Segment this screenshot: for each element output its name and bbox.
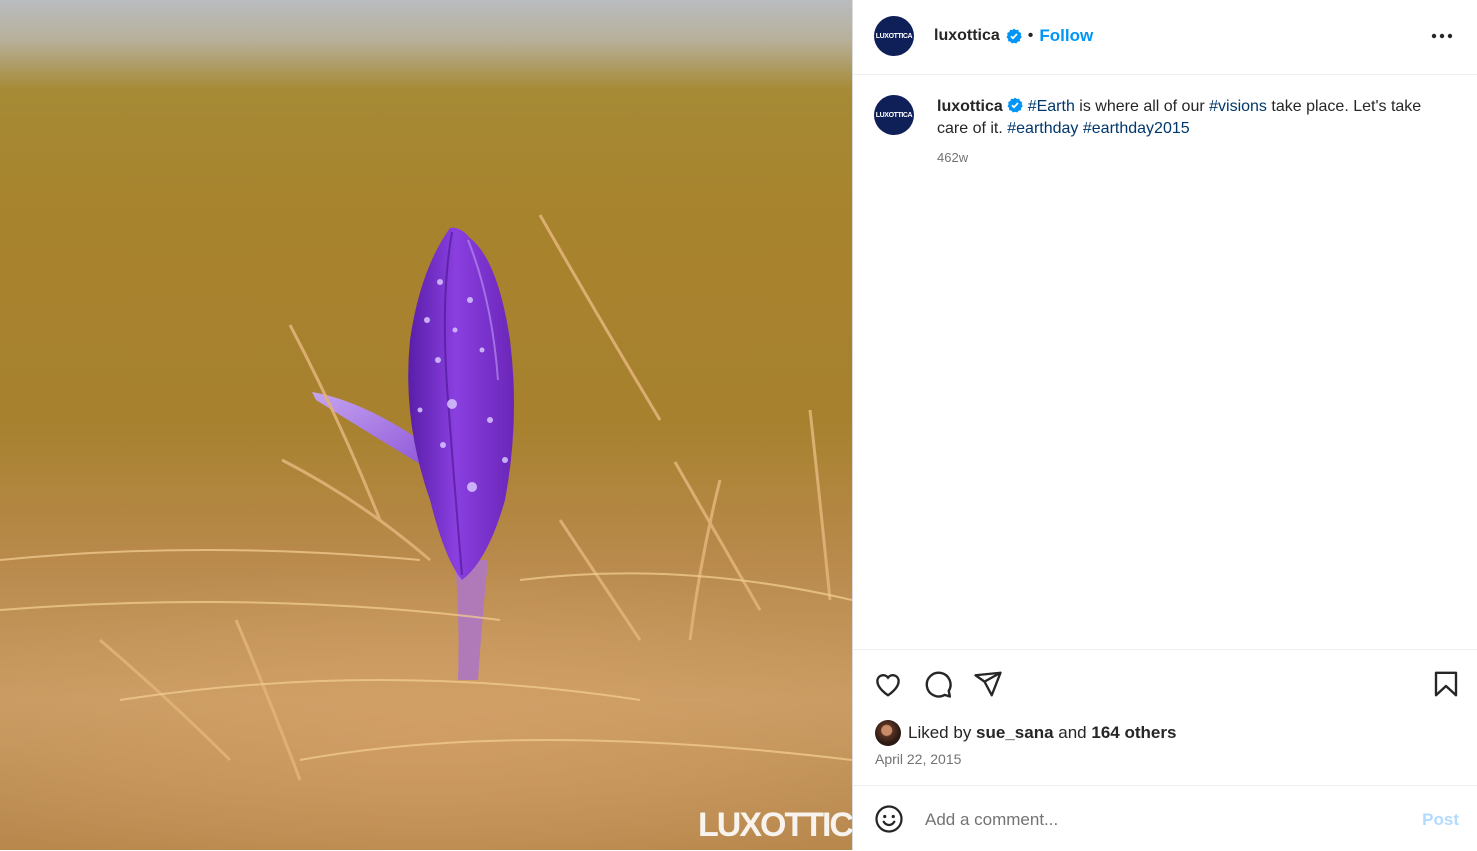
heart-icon[interactable]	[873, 669, 903, 699]
bookmark-icon[interactable]	[1431, 669, 1461, 699]
verified-badge-icon	[1007, 97, 1024, 113]
author-username[interactable]: luxottica	[934, 27, 1000, 45]
likes-mid: and	[1053, 723, 1092, 742]
post-caption: luxottica #Earth is where all of our #vi…	[937, 96, 1437, 140]
likes-prefix: Liked by	[908, 723, 977, 742]
liker-avatar[interactable]	[875, 720, 901, 746]
comment-icon[interactable]	[923, 669, 953, 699]
post-image[interactable]: LUXOTTICA	[0, 0, 852, 850]
post-comment-button[interactable]: Post	[1422, 810, 1459, 830]
hashtag-visions[interactable]: #visions	[1209, 98, 1267, 115]
likes-others-link[interactable]: 164 others	[1091, 723, 1176, 742]
luxottica-watermark: LUXOTTICA	[698, 806, 852, 844]
caption-time-ago[interactable]: 462w	[937, 150, 968, 165]
avatar-logo-text: LUXOTTICA	[875, 32, 913, 40]
post-header: LUXOTTICA luxottica • Follow	[853, 0, 1477, 75]
verified-badge-icon	[1006, 28, 1022, 44]
caption-username[interactable]: luxottica	[937, 98, 1003, 115]
liker-username[interactable]: sue_sana	[976, 723, 1054, 742]
action-bar	[853, 649, 1477, 720]
hashtag-earthday[interactable]: #earthday	[1007, 120, 1078, 137]
comment-input[interactable]	[923, 806, 1407, 834]
comment-bar: Post	[853, 785, 1477, 851]
hashtag-earth[interactable]: #Earth	[1028, 98, 1075, 115]
likes-summary: Liked by sue_sana and 164 others	[908, 723, 1176, 743]
author-avatar[interactable]: LUXOTTICA	[874, 16, 914, 56]
separator-dot: •	[1027, 27, 1034, 44]
follow-button[interactable]: Follow	[1039, 26, 1093, 46]
caption-text: is where all of our	[1074, 98, 1210, 115]
emoji-icon[interactable]	[874, 804, 904, 834]
caption-author-avatar[interactable]: LUXOTTICA	[874, 95, 914, 135]
avatar-logo-text: LUXOTTICA	[875, 111, 913, 119]
share-icon[interactable]	[973, 669, 1003, 699]
post-date[interactable]: April 22, 2015	[875, 751, 961, 767]
post-side-panel: LUXOTTICA luxottica • Follow LUXOTTICA l…	[852, 0, 1477, 850]
crocus-photo	[0, 214, 852, 850]
hashtag-earthday2015[interactable]: #earthday2015	[1083, 120, 1190, 137]
more-options-icon[interactable]	[1429, 24, 1455, 48]
